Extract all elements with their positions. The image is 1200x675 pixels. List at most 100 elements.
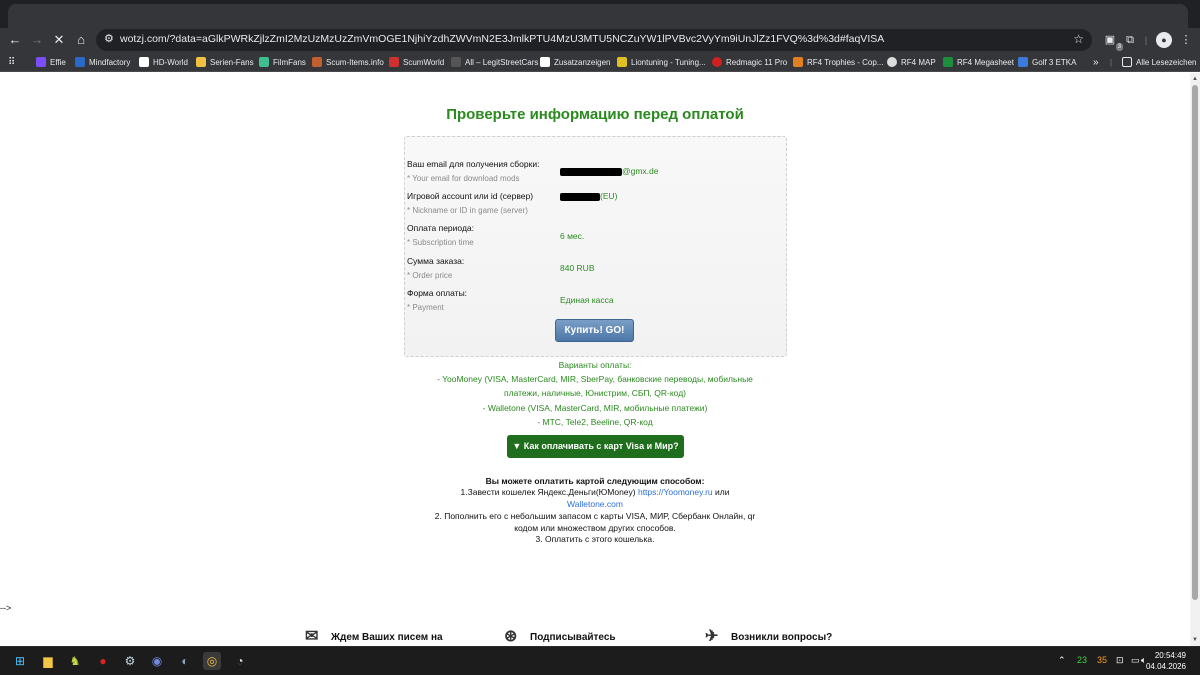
- app-icon[interactable]: ♞: [66, 652, 84, 670]
- bookmark-effie[interactable]: Effie: [36, 55, 66, 69]
- bookmark-redmagic[interactable]: Redmagic 11 Pro: [712, 55, 787, 69]
- taskbar: ⊞ ▆ ♞ ● ⚙ ◉ ◐ ◎ ◔ ⌃ 23 35 ⊡ ▭ 🔈︎ 20:54:4…: [0, 646, 1200, 675]
- footer-questions[interactable]: ✈ Возникли вопросы?: [705, 629, 832, 645]
- file-explorer-icon[interactable]: ▆: [39, 652, 57, 670]
- payment-option-line: - YooMoney (VISA, MasterCard, MIR, SberP…: [437, 374, 753, 384]
- gauge-icon[interactable]: ◔: [231, 652, 249, 670]
- url-text[interactable]: wotzj.com/?data=aGlkPWRkZjlzZmI2MzUzMzUz…: [120, 33, 1050, 45]
- instructions-step2: 2. Пополнить его с небольшим запасом с к…: [434, 511, 756, 521]
- payment-value: Единая касса: [560, 295, 614, 305]
- extension-icon[interactable]: ▣ 3: [1102, 32, 1123, 51]
- period-sublabel: * Subscription time: [407, 238, 474, 247]
- footer-email[interactable]: ✉ Ждем Ваших писем на: [305, 629, 443, 645]
- bookmark-mindfactory[interactable]: Mindfactory: [75, 55, 130, 69]
- scroll-up-arrow-icon[interactable]: ▲: [1191, 75, 1199, 83]
- web-page: Проверьте информацию перед оплатой Ваш e…: [0, 73, 1190, 646]
- profile-avatar[interactable]: ●: [1156, 32, 1172, 48]
- payment-option-line: - МТС, Tele2, Beeline, QR-код: [537, 417, 653, 427]
- clock-time: 20:54:49: [1154, 651, 1186, 660]
- email-sublabel: * Your email for download mods: [407, 174, 520, 183]
- footer-subscribe[interactable]: ⊛ Подписывайтесь: [504, 629, 616, 645]
- bookmarks-overflow-button[interactable]: »: [1093, 55, 1099, 69]
- payment-label: Форма оплаты:: [407, 288, 468, 298]
- how-to-pay-toggle-button[interactable]: ▼ Как оплачивать с карт Visa и Мир?: [507, 435, 684, 458]
- question-icon: ✈: [705, 628, 719, 645]
- bookmark-favicon-icon: [75, 57, 85, 67]
- payment-option-line: - Walletone (VISA, MasterCard, MIR, моби…: [482, 403, 708, 413]
- clock-date: 04.04.2026: [1145, 662, 1186, 671]
- all-bookmarks-button[interactable]: Alle Lesezeichen: [1122, 55, 1196, 69]
- account-sublabel: * Nickname or ID in game (server): [407, 206, 528, 215]
- tab-strip: [0, 0, 1200, 28]
- price-label: Сумма заказа:: [407, 256, 465, 266]
- account-label: Игровой account или id (сервер): [407, 191, 534, 201]
- walletone-link[interactable]: Walletone.com: [567, 499, 623, 509]
- bookmark-favicon-icon: [1018, 57, 1028, 67]
- email-value: @gmx.de: [560, 166, 659, 176]
- page-title: Проверьте информацию перед оплатой: [446, 106, 744, 123]
- bookmark-star-icon[interactable]: ☆: [1073, 32, 1084, 46]
- bookmark-favicon-icon: [793, 57, 803, 67]
- bookmark-favicon-icon: [887, 57, 897, 67]
- envelope-icon: ✉: [305, 628, 319, 645]
- site-info-icon[interactable]: ⚙: [104, 32, 114, 45]
- bookmark-favicon-icon: [196, 57, 206, 67]
- address-bar[interactable]: ⚙ wotzj.com/?data=aGlkPWRkZjlzZmI2MzUzMz…: [96, 29, 1092, 51]
- home-icon[interactable]: ⌂: [72, 31, 90, 49]
- bookmark-zusatzanzeigen[interactable]: Zusatzanzeigen: [540, 55, 610, 69]
- redaction-bar: [560, 192, 600, 201]
- bookmark-golf3-etka[interactable]: Golf 3 ETKA: [1018, 55, 1076, 69]
- tray-temp-orange: 35: [1097, 655, 1108, 665]
- chrome-icon[interactable]: ◎: [203, 652, 221, 670]
- windows-start-icon[interactable]: ⊞: [11, 652, 29, 670]
- bookmark-rf4-trophies[interactable]: RF4 Trophies - Cop...: [793, 55, 883, 69]
- bookmark-favicon-icon: [617, 57, 627, 67]
- stop-loading-icon[interactable]: ✕: [50, 31, 68, 49]
- browser-toolbar: ← → ✕ ⌂ ⚙ wotzj.com/?data=aGlkPWRkZjlzZm…: [0, 28, 1200, 52]
- payment-options-title: Варианты оплаты:: [558, 360, 632, 370]
- tray-app-icon[interactable]: ⊡: [1116, 655, 1124, 666]
- bookmark-filmfans[interactable]: FilmFans: [259, 55, 306, 69]
- back-icon[interactable]: ←: [6, 31, 24, 49]
- apps-grid-icon[interactable]: ⠿: [8, 55, 15, 69]
- bookmarks-divider: |: [1110, 57, 1113, 67]
- bookmark-scumworld[interactable]: ScumWorld: [389, 55, 444, 69]
- menu-icon[interactable]: ⋮: [1178, 32, 1194, 48]
- scroll-down-arrow-icon[interactable]: ▼: [1191, 636, 1199, 644]
- instructions-heading: Вы можете оплатить картой следующим спос…: [485, 476, 705, 486]
- system-clock[interactable]: 20:54:49 04.04.2026: [1146, 650, 1186, 672]
- period-value: 6 мес.: [560, 231, 585, 241]
- bookmark-favicon-icon: [139, 57, 149, 67]
- bookmark-legitstreetcars[interactable]: All – LegitStreetCars: [451, 55, 538, 69]
- tray-chevron-icon[interactable]: ⌃: [1058, 655, 1066, 666]
- network-icon[interactable]: ▭: [1131, 655, 1140, 666]
- bookmark-favicon-icon: [36, 57, 46, 67]
- steam-icon[interactable]: ⚙: [121, 652, 139, 670]
- tray-temp-green: 23: [1077, 655, 1088, 665]
- bookmark-liontuning[interactable]: Liontuning - Tuning...: [617, 55, 706, 69]
- active-tab[interactable]: [8, 4, 1188, 28]
- bookmark-scum-items[interactable]: Scum-Items.info: [312, 55, 384, 69]
- instructions-step1-alt: Walletone.com: [0, 499, 1190, 509]
- discord-icon[interactable]: ◉: [148, 652, 166, 670]
- account-value: (EU): [560, 191, 617, 201]
- bookmark-favicon-icon: [451, 57, 461, 67]
- yoomoney-link[interactable]: https://Yoomoney.ru: [638, 487, 713, 497]
- bookmark-rf4-map[interactable]: RF4 MAP: [887, 55, 936, 69]
- scrollbar-thumb[interactable]: [1192, 85, 1198, 600]
- payment-sublabel: * Payment: [407, 303, 444, 312]
- app-icon[interactable]: ●: [94, 652, 112, 670]
- stray-comment-text: -->: [0, 603, 12, 613]
- bookmark-favicon-icon: [259, 57, 269, 67]
- bookmark-serien-fans[interactable]: Serien-Fans: [196, 55, 254, 69]
- app-icon[interactable]: ◐: [176, 652, 194, 670]
- buy-button[interactable]: Купить! GO!: [555, 319, 634, 342]
- forward-icon[interactable]: →: [28, 31, 46, 49]
- price-sublabel: * Order price: [407, 271, 453, 280]
- extensions-puzzle-icon[interactable]: ⧉: [1122, 32, 1138, 48]
- page-scrollbar[interactable]: ▲ ▼: [1190, 73, 1200, 646]
- order-summary-card: Ваш email для получения сборки: * Your e…: [404, 136, 787, 357]
- bookmark-hd-world[interactable]: HD-World: [139, 55, 188, 69]
- instructions-step3: 3. Оплатить с этого кошелька.: [535, 534, 655, 544]
- bookmark-rf4-megasheet[interactable]: RF4 Megasheet: [943, 55, 1014, 69]
